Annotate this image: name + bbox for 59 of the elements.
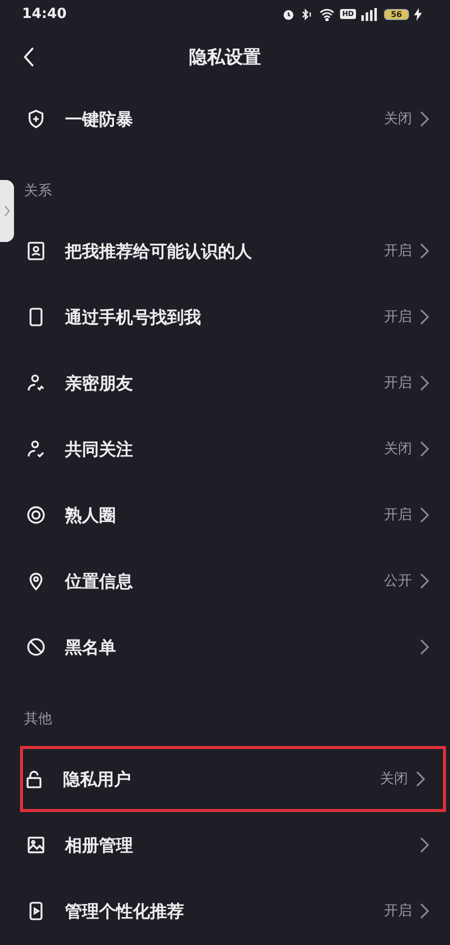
setting-value: 关闭 (384, 440, 412, 458)
settings-row[interactable]: 位置信息 公开 (0, 548, 450, 614)
setting-label: 一键防暴 (65, 108, 134, 130)
setting-label: 黑名单 (65, 636, 117, 658)
chevron-right-icon (420, 903, 429, 919)
setting-value: 开启 (384, 902, 412, 920)
alarm-icon (282, 8, 296, 20)
setting-value: 开启 (384, 242, 412, 260)
chevron-right-icon (420, 243, 429, 259)
setting-label: 共同关注 (65, 438, 134, 460)
settings-row[interactable]: 黑名单 (0, 614, 450, 680)
back-icon[interactable] (22, 46, 36, 68)
chevron-right-icon (420, 507, 429, 523)
setting-value: 开启 (384, 308, 412, 326)
image-icon (25, 834, 47, 856)
settings-row[interactable]: 管理个性化推荐 开启 (0, 878, 450, 944)
setting-label: 位置信息 (65, 570, 134, 592)
chevron-right-icon (4, 205, 10, 217)
settings-row[interactable]: 隐私用户 关闭 (20, 746, 446, 812)
signal-icon (360, 8, 379, 20)
settings-row[interactable]: 把我推荐给可能认识的人 开启 (0, 218, 450, 284)
setting-label: 相册管理 (65, 834, 134, 856)
person-check-icon (25, 438, 47, 460)
setting-label: 亲密朋友 (65, 372, 134, 394)
chevron-right-icon (420, 837, 429, 853)
setting-value: 关闭 (384, 110, 412, 128)
block-icon (25, 636, 47, 658)
section-header: 其他 (24, 711, 52, 727)
settings-row[interactable]: 一键防暴 关闭 (0, 86, 450, 152)
settings-row[interactable]: 通过手机号找到我 开启 (0, 284, 450, 350)
side-handle[interactable] (0, 180, 14, 242)
settings-row[interactable]: 亲密朋友 开启 (0, 350, 450, 416)
chevron-right-icon (420, 573, 429, 589)
settings-row[interactable]: 熟人圈 开启 (0, 482, 450, 548)
chevron-right-icon (420, 375, 429, 391)
setting-label: 管理个性化推荐 (65, 900, 185, 922)
chevron-right-icon (420, 639, 429, 655)
setting-value: 开启 (384, 506, 412, 524)
setting-value: 开启 (384, 374, 412, 392)
setting-label: 通过手机号找到我 (65, 306, 202, 328)
charging-bolt-icon (414, 8, 422, 20)
settings-row[interactable]: 相册管理 (0, 812, 450, 878)
chevron-right-icon (420, 111, 429, 127)
setting-value: 关闭 (380, 770, 408, 788)
status-time: 14:40 (22, 6, 67, 22)
setting-label: 隐私用户 (63, 768, 132, 790)
chevron-right-icon (420, 309, 429, 325)
battery-indicator: 56 (384, 8, 409, 20)
chevron-right-icon (420, 441, 429, 457)
setting-label: 熟人圈 (65, 504, 117, 526)
section-header: 关系 (24, 183, 52, 199)
page-title: 隐私设置 (189, 46, 261, 69)
target-icon (25, 504, 47, 526)
contact-card-icon (25, 240, 47, 262)
setting-value: 公开 (384, 572, 412, 590)
chevron-right-icon (416, 771, 425, 787)
setting-label: 把我推荐给可能认识的人 (65, 240, 253, 262)
wifi-icon (319, 8, 336, 20)
settings-row[interactable]: 共同关注 关闭 (0, 416, 450, 482)
